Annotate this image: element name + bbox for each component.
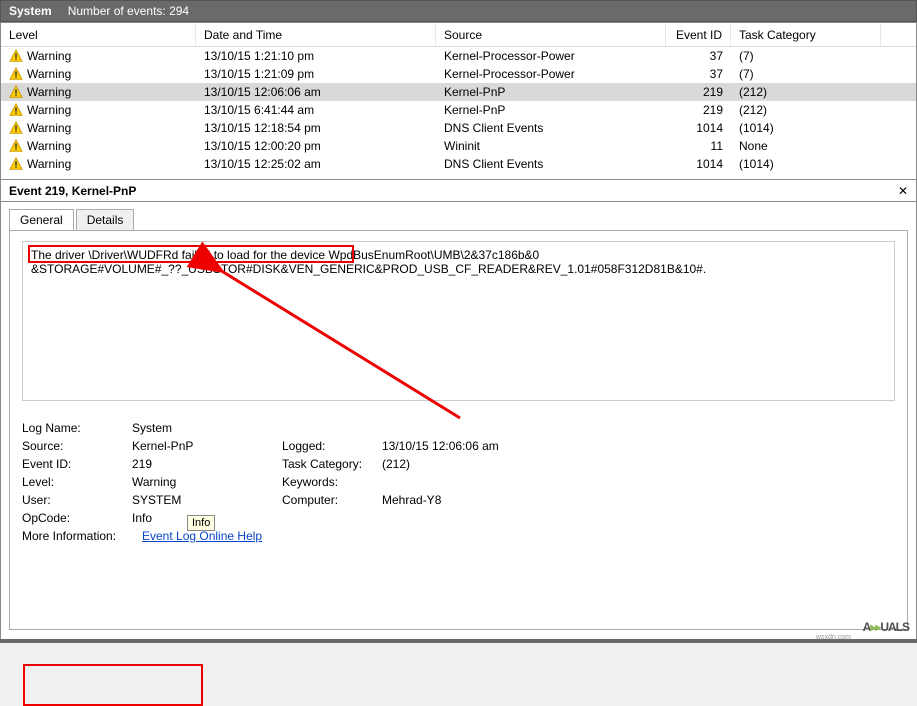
prop-label-computer: Computer: — [282, 493, 382, 507]
col-header-date[interactable]: Date and Time — [196, 24, 436, 46]
tabs-area: General Details The driver \Driver\WUDFR… — [0, 202, 917, 640]
prop-label-logged: Logged: — [282, 439, 382, 453]
cell-level: Warning — [27, 103, 71, 117]
cell-taskcat: (7) — [731, 66, 881, 82]
detail-section-title: Event 219, Kernel-PnP — [9, 184, 136, 198]
cell-taskcat: (1014) — [731, 120, 881, 136]
prop-label-taskcat: Task Category: — [282, 457, 382, 471]
cell-date: 13/10/15 12:06:06 am — [196, 84, 436, 100]
cell-eventid: 1014 — [666, 156, 731, 172]
prop-label-source: Source: — [22, 439, 132, 453]
annotation-highlight-source-eventid — [23, 664, 203, 706]
tab-panel-general: The driver \Driver\WUDFRd failed to load… — [9, 230, 908, 630]
close-icon[interactable]: ✕ — [898, 184, 908, 198]
cell-eventid: 219 — [666, 102, 731, 118]
table-row[interactable]: Warning 13/10/15 12:25:02 amDNS Client Ev… — [1, 155, 916, 173]
warning-icon — [9, 67, 23, 81]
col-header-taskcat[interactable]: Task Category — [731, 24, 881, 46]
prop-value-logname: System — [132, 421, 282, 435]
warning-icon — [9, 49, 23, 63]
prop-label-level: Level: — [22, 475, 132, 489]
cell-date: 13/10/15 12:00:20 pm — [196, 138, 436, 154]
prop-value-user: SYSTEM — [132, 493, 282, 507]
cell-source: Kernel-Processor-Power — [436, 66, 666, 82]
cell-eventid: 11 — [666, 138, 731, 154]
cell-eventid: 1014 — [666, 120, 731, 136]
cell-date: 13/10/15 12:18:54 pm — [196, 120, 436, 136]
cell-taskcat: (212) — [731, 84, 881, 100]
warning-icon — [9, 139, 23, 153]
cell-date: 13/10/15 1:21:09 pm — [196, 66, 436, 82]
log-type-label: System — [9, 4, 52, 18]
table-row[interactable]: Warning 13/10/15 12:00:20 pmWininit11None — [1, 137, 916, 155]
cell-date: 13/10/15 12:25:02 am — [196, 156, 436, 172]
table-row[interactable]: Warning 13/10/15 6:41:44 amKernel-PnP219(… — [1, 101, 916, 119]
cell-level: Warning — [27, 85, 71, 99]
prop-label-moreinfo: More Information: — [22, 529, 142, 543]
prop-label-opcode: OpCode: — [22, 511, 132, 525]
warning-icon — [9, 157, 23, 171]
prop-value-source: Kernel-PnP — [132, 439, 282, 453]
cell-source: Kernel-Processor-Power — [436, 48, 666, 64]
event-grid: Level Date and Time Source Event ID Task… — [0, 22, 917, 180]
prop-label-user: User: — [22, 493, 132, 507]
cell-source: Wininit — [436, 138, 666, 154]
cell-taskcat: (212) — [731, 102, 881, 118]
table-row[interactable]: Warning 13/10/15 12:06:06 amKernel-PnP219… — [1, 83, 916, 101]
table-row[interactable]: Warning 13/10/15 12:18:54 pmDNS Client Ev… — [1, 119, 916, 137]
prop-value-computer: Mehrad-Y8 — [382, 493, 441, 507]
cell-level: Warning — [27, 67, 71, 81]
prop-value-eventid: 219 — [132, 457, 282, 471]
grid-header-row: Level Date and Time Source Event ID Task… — [1, 23, 916, 47]
cell-taskcat: (7) — [731, 48, 881, 64]
cell-taskcat: (1014) — [731, 156, 881, 172]
watermark-brand: A▸▸UALS — [863, 614, 909, 637]
tab-general[interactable]: General — [9, 209, 74, 231]
event-message-box: The driver \Driver\WUDFRd failed to load… — [22, 241, 895, 401]
window-top-bar: System Number of events: 294 — [0, 0, 917, 22]
prop-label-keywords: Keywords: — [282, 475, 382, 489]
warning-icon — [9, 85, 23, 99]
col-header-level[interactable]: Level — [1, 24, 196, 46]
event-message-line2: &STORAGE#VOLUME#_??_USBSTOR#DISK&VEN_GEN… — [31, 262, 886, 276]
detail-section-header: Event 219, Kernel-PnP ✕ — [0, 180, 917, 202]
warning-icon — [9, 121, 23, 135]
cell-source: Kernel-PnP — [436, 102, 666, 118]
tab-details[interactable]: Details — [76, 209, 135, 231]
prop-label-eventid: Event ID: — [22, 457, 132, 471]
cell-date: 13/10/15 6:41:44 am — [196, 102, 436, 118]
col-header-eventid[interactable]: Event ID — [666, 24, 731, 46]
cell-level: Warning — [27, 139, 71, 153]
bottom-strip — [0, 639, 917, 643]
annotation-highlight-message — [28, 245, 354, 263]
prop-value-taskcat: (212) — [382, 457, 410, 471]
cell-date: 13/10/15 1:21:10 pm — [196, 48, 436, 64]
tooltip-info: Info — [187, 515, 215, 531]
col-header-source[interactable]: Source — [436, 24, 666, 46]
event-log-help-link[interactable]: Event Log Online Help — [142, 529, 262, 543]
warning-icon — [9, 103, 23, 117]
prop-label-logname: Log Name: — [22, 421, 132, 435]
prop-value-level: Warning — [132, 475, 282, 489]
prop-value-logged: 13/10/15 12:06:06 am — [382, 439, 499, 453]
cell-level: Warning — [27, 157, 71, 171]
cell-eventid: 37 — [666, 48, 731, 64]
cell-taskcat: None — [731, 138, 881, 154]
tabstrip: General Details — [9, 209, 908, 231]
cell-source: DNS Client Events — [436, 120, 666, 136]
cell-level: Warning — [27, 121, 71, 135]
grid-body[interactable]: Warning 13/10/15 1:21:10 pmKernel-Process… — [1, 47, 916, 180]
cell-level: Warning — [27, 49, 71, 63]
cell-source: DNS Client Events — [436, 156, 666, 172]
watermark-url: wsxdn.com — [816, 634, 851, 641]
cell-eventid: 219 — [666, 84, 731, 100]
cell-eventid: 37 — [666, 66, 731, 82]
cell-source: Kernel-PnP — [436, 84, 666, 100]
table-row[interactable]: Warning 13/10/15 1:21:10 pmKernel-Process… — [1, 47, 916, 65]
table-row[interactable]: Warning 13/10/15 1:21:09 pmKernel-Process… — [1, 65, 916, 83]
event-count-label: Number of events: 294 — [68, 4, 189, 18]
